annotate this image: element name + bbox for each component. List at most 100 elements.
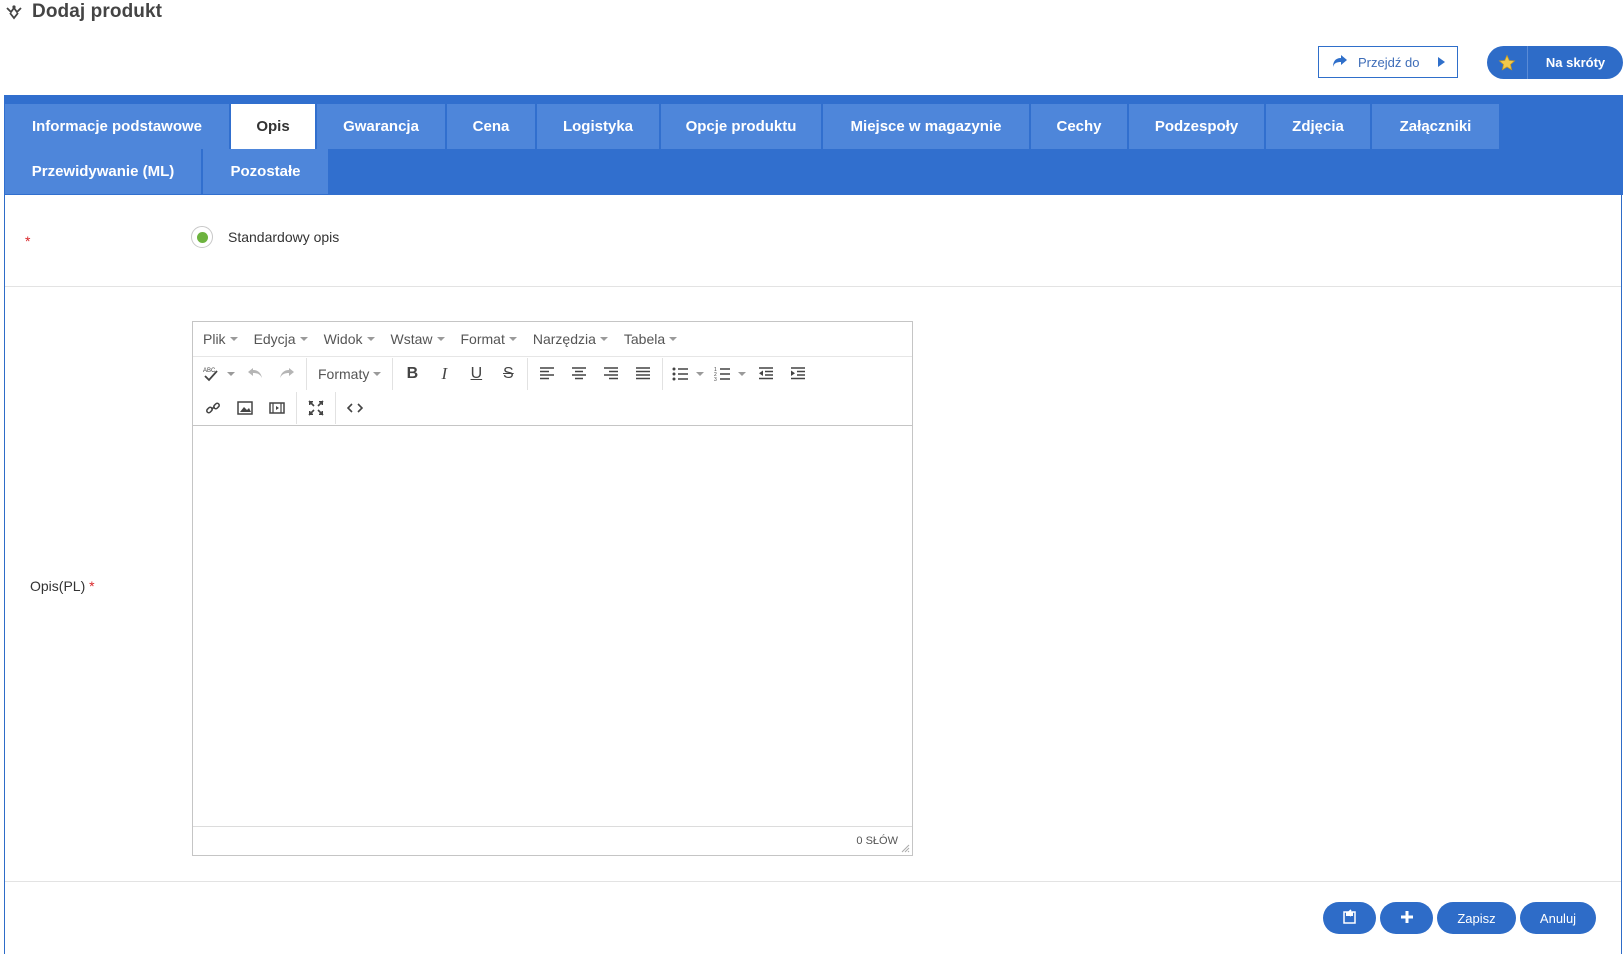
- add-button[interactable]: [1380, 902, 1433, 934]
- goto-button[interactable]: Przejdź do: [1318, 46, 1458, 78]
- editor-menubar: Plik Edycja Widok Wstaw Format Narzędzia…: [193, 322, 912, 357]
- menu-table-label: Tabela: [623, 331, 666, 347]
- align-left-icon[interactable]: [531, 359, 563, 389]
- caret-down-icon: [599, 337, 608, 341]
- source-code-icon[interactable]: [339, 393, 371, 423]
- menu-edit-label: Edycja: [253, 331, 296, 347]
- radio-selected-dot: [196, 231, 208, 243]
- menu-insert-label: Wstaw: [390, 331, 433, 347]
- tab-gwarancja[interactable]: Gwarancja: [317, 104, 445, 149]
- toolbar-separator: [306, 358, 307, 390]
- caret-down-icon: [229, 337, 238, 341]
- caret-right-icon: [1438, 55, 1445, 70]
- tab-pozostale[interactable]: Pozostałe: [203, 149, 328, 194]
- menu-view-label: Widok: [323, 331, 363, 347]
- caret-down-icon: [508, 337, 517, 341]
- caret-down-icon: [366, 337, 375, 341]
- caret-down-icon: [738, 372, 747, 376]
- editor-content-area[interactable]: [193, 425, 912, 826]
- standard-description-option[interactable]: Standardowy opis: [191, 226, 339, 248]
- description-pl-label-text: Opis(PL): [30, 578, 86, 594]
- caret-down-icon: [436, 337, 445, 341]
- menu-edit[interactable]: Edycja: [254, 331, 308, 347]
- menu-view[interactable]: Widok: [324, 331, 375, 347]
- tab-bar: Informacje podstawowe Opis Gwarancja Cen…: [4, 95, 1623, 195]
- plus-icon: [1400, 910, 1414, 927]
- bold-icon[interactable]: B: [396, 359, 428, 389]
- caret-down-icon: [696, 372, 705, 376]
- svg-text:3: 3: [714, 377, 717, 382]
- divider: [5, 881, 1621, 882]
- menu-file-label: Plik: [203, 331, 226, 347]
- tab-podzespoly[interactable]: Podzespoły: [1129, 104, 1264, 149]
- spellcheck-button[interactable]: ABC: [197, 359, 239, 389]
- numbered-list-button[interactable]: 123: [708, 359, 750, 389]
- divider: [5, 286, 1621, 287]
- page-title: Dodaj produkt: [32, 1, 163, 22]
- underline-icon[interactable]: U: [460, 359, 492, 389]
- menu-tools[interactable]: Narzędzia: [533, 331, 608, 347]
- shortcuts-label: Na skróty: [1545, 55, 1606, 70]
- align-center-icon[interactable]: [563, 359, 595, 389]
- toolbar-separator: [392, 358, 394, 390]
- toolbar-separator: [527, 358, 529, 390]
- bullet-list-button[interactable]: [666, 359, 708, 389]
- tab-przewidywanie-ml[interactable]: Przewidywanie (ML): [5, 149, 201, 194]
- tab-informacje-podstawowe[interactable]: Informacje podstawowe: [5, 104, 229, 149]
- save-return-icon: [1342, 908, 1358, 928]
- align-justify-icon[interactable]: [627, 359, 659, 389]
- align-right-icon[interactable]: [595, 359, 627, 389]
- strikethrough-icon[interactable]: S: [492, 359, 524, 389]
- undo-icon[interactable]: [239, 359, 271, 389]
- toolbar-separator: [335, 392, 336, 424]
- tab-zdjecia[interactable]: Zdjęcia: [1266, 104, 1370, 149]
- editor-toolbar-row-1: ABC Formaty B I U S 1 2 3: [193, 357, 912, 391]
- description-pl-label: Opis(PL) *: [30, 578, 95, 594]
- standard-description-label: Standardowy opis: [228, 229, 340, 245]
- page-header: Dodaj produkt: [4, 0, 162, 24]
- editor-toolbar-row-2: [193, 391, 912, 425]
- formats-label: Formaty: [318, 366, 370, 382]
- outdent-icon[interactable]: [750, 359, 782, 389]
- word-count: 0 SŁÓW: [856, 835, 898, 847]
- caret-down-icon: [669, 337, 678, 341]
- menu-insert[interactable]: Wstaw: [391, 331, 445, 347]
- resize-handle-icon[interactable]: [900, 843, 910, 853]
- tab-opis[interactable]: Opis: [231, 104, 315, 149]
- toolbar-separator: [662, 358, 664, 390]
- tab-cena[interactable]: Cena: [447, 104, 535, 149]
- required-mark: *: [89, 578, 95, 594]
- link-icon[interactable]: [197, 393, 229, 423]
- share-arrow-icon: [1332, 54, 1348, 71]
- goto-label: Przejdź do: [1358, 54, 1420, 70]
- caret-down-icon: [299, 337, 308, 341]
- menu-format-label: Format: [460, 331, 505, 347]
- formats-dropdown[interactable]: Formaty: [310, 359, 389, 389]
- indent-icon[interactable]: [782, 359, 814, 389]
- tab-cechy[interactable]: Cechy: [1031, 104, 1127, 149]
- bullet-list-icon: [666, 359, 694, 389]
- menu-table[interactable]: Tabela: [623, 331, 678, 347]
- tab-miejsce-w-magazynie[interactable]: Miejsce w magazynie: [823, 104, 1029, 149]
- save-button[interactable]: Zapisz: [1437, 902, 1516, 934]
- cancel-button[interactable]: Anuluj: [1520, 902, 1596, 934]
- menu-file[interactable]: Plik: [203, 331, 238, 347]
- fullscreen-icon[interactable]: [300, 393, 332, 423]
- italic-icon[interactable]: I: [428, 359, 460, 389]
- toolbar-separator: [296, 392, 297, 424]
- save-and-back-button[interactable]: [1323, 902, 1376, 934]
- redo-icon[interactable]: [271, 359, 303, 389]
- tab-zalaczniki[interactable]: Załączniki: [1372, 104, 1499, 149]
- tab-opcje-produktu[interactable]: Opcje produktu: [661, 104, 821, 149]
- menu-tools-label: Narzędzia: [532, 331, 596, 347]
- menu-format[interactable]: Format: [461, 331, 517, 347]
- editor-statusbar: 0 SŁÓW: [193, 826, 912, 855]
- media-icon[interactable]: [261, 393, 293, 423]
- radio-standard-description[interactable]: [191, 226, 213, 248]
- caret-down-icon: [227, 372, 235, 376]
- caret-down-icon: [373, 372, 382, 376]
- image-icon[interactable]: [229, 393, 261, 423]
- shortcuts-button[interactable]: Na skróty: [1487, 46, 1623, 79]
- hand-diamond-icon: [4, 2, 24, 22]
- tab-logistyka[interactable]: Logistyka: [537, 104, 659, 149]
